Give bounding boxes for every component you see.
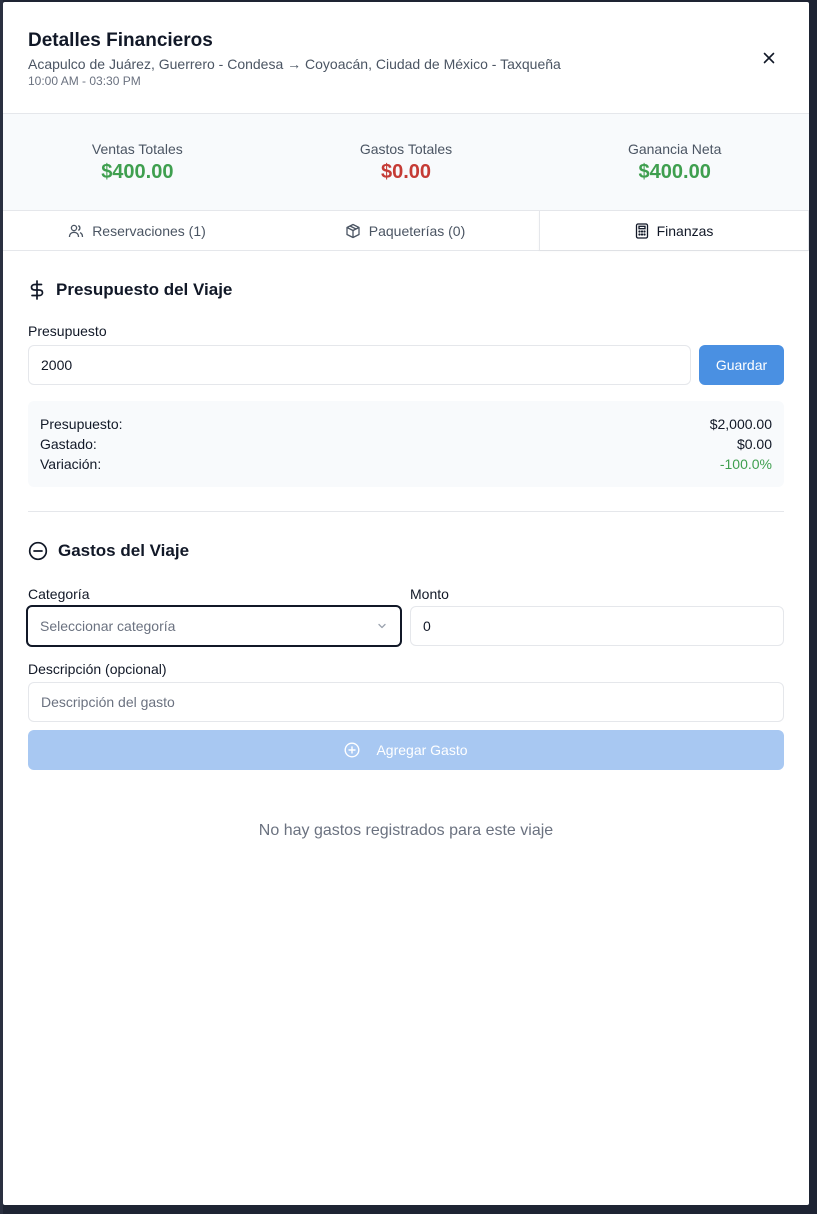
budget-input[interactable]: 2000	[28, 345, 691, 385]
financial-summary: Ventas Totales $400.00 Gastos Totales $0…	[3, 114, 809, 211]
section-title-text: Presupuesto del Viaje	[56, 280, 233, 299]
finances-panel: Presupuesto del Viaje Presupuesto 2000 G…	[3, 279, 809, 840]
budget-row: 2000 Guardar	[28, 345, 784, 385]
modal-title: Detalles Financieros	[28, 30, 213, 51]
empty-expenses-message: No hay gastos registrados para este viaj…	[258, 822, 554, 839]
dollar-icon	[30, 280, 44, 300]
stat-variation: Variación: -100.0%	[40, 454, 772, 474]
stat-label: Presupuesto:	[40, 416, 123, 432]
budget-label: Presupuesto	[28, 323, 107, 339]
section-divider	[28, 511, 784, 512]
stat-label: Gastado:	[40, 436, 97, 452]
tab-packages[interactable]: Paqueterías (0)	[271, 211, 539, 250]
plus-circle-icon	[344, 742, 360, 758]
trip-route: Acapulco de Juárez, Guerrero - Condesa →…	[28, 56, 561, 72]
package-icon	[346, 223, 360, 238]
expenses-section-title: Gastos del Viaje	[28, 540, 784, 562]
stat-spent: Gastado: $0.00	[40, 434, 772, 454]
users-icon	[69, 224, 84, 237]
stat-budget: Presupuesto: $2,000.00	[40, 414, 772, 434]
summary-value: $400.00	[101, 161, 174, 183]
save-button[interactable]: Guardar	[699, 345, 784, 385]
summary-label: Ganancia Neta	[627, 141, 722, 157]
amount-column: Monto 0	[410, 585, 784, 647]
calculator-icon	[635, 222, 648, 239]
trip-time: 10:00 AM - 03:30 PM	[28, 74, 141, 88]
summary-total-sales: Ventas Totales $400.00	[3, 114, 272, 210]
summary-value: $400.00	[638, 161, 711, 183]
tab-reservations[interactable]: Reservaciones (1)	[3, 211, 271, 250]
minus-circle-icon	[28, 541, 48, 561]
category-column: Categoría Seleccionar categoría	[26, 585, 402, 647]
tab-label: Paqueterías (0)	[368, 222, 466, 239]
close-icon	[763, 52, 775, 64]
tab-bar: Reservaciones (1) Paqueterías (0) Finanz…	[3, 211, 809, 251]
expense-form-row: Categoría Seleccionar categoría Monto 0	[26, 585, 784, 647]
add-expense-button[interactable]: Agregar Gasto	[28, 730, 784, 770]
stat-value: $0.00	[736, 436, 772, 452]
section-title-text: Gastos del Viaje	[58, 541, 190, 560]
category-label: Categoría	[28, 586, 90, 602]
tab-label: Reservaciones (1)	[92, 222, 206, 239]
summary-net-profit: Ganancia Neta $400.00	[540, 114, 809, 210]
stat-value: -100.0%	[719, 456, 772, 472]
chevron-down-icon	[378, 623, 386, 629]
tab-finances[interactable]: Finanzas	[539, 211, 809, 250]
close-button[interactable]	[761, 50, 777, 66]
category-placeholder: Seleccionar categoría	[40, 618, 176, 634]
description-label: Descripción (opcional)	[28, 661, 167, 677]
stat-label: Variación:	[40, 456, 102, 472]
category-select[interactable]: Seleccionar categoría	[26, 605, 402, 647]
summary-label: Ventas Totales	[91, 141, 183, 157]
budget-section-title: Presupuesto del Viaje	[28, 279, 784, 301]
description-input[interactable]: Descripción del gasto	[28, 682, 784, 722]
amount-label: Monto	[410, 586, 449, 602]
amount-input[interactable]: 0	[410, 606, 784, 646]
summary-label: Gastos Totales	[359, 141, 453, 157]
financial-details-modal: Detalles Financieros Acapulco de Juárez,…	[3, 2, 809, 1205]
modal-header: Detalles Financieros Acapulco de Juárez,…	[3, 2, 809, 114]
summary-total-expenses: Gastos Totales $0.00	[272, 114, 541, 210]
add-expense-label: Agregar Gasto	[376, 742, 468, 758]
tab-label: Finanzas	[656, 222, 714, 239]
stat-value: $2,000.00	[709, 416, 772, 432]
summary-value: $0.00	[380, 161, 432, 183]
budget-stats: Presupuesto: $2,000.00 Gastado: $0.00 Va…	[28, 401, 784, 487]
